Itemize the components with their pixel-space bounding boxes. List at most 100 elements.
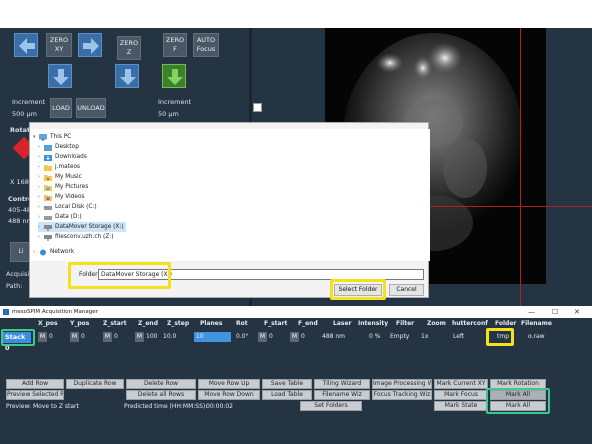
mark-f-end-button[interactable]: M bbox=[290, 332, 299, 342]
drive-icon bbox=[44, 205, 52, 210]
mark-current-xy-button[interactable]: Mark Current XY bbox=[434, 379, 488, 389]
col-zoom[interactable]: Zoom bbox=[427, 320, 446, 330]
tree-item-downloads[interactable]: › Downloads bbox=[38, 152, 87, 162]
viewer-checkbox[interactable] bbox=[253, 103, 262, 112]
close-button[interactable]: ✕ bbox=[574, 306, 580, 318]
add-row-button[interactable]: Add Row bbox=[6, 379, 64, 389]
unload-button[interactable]: UNLOAD bbox=[76, 98, 106, 118]
shutter-value[interactable]: Left bbox=[453, 332, 464, 342]
mark-y-button[interactable]: M bbox=[70, 332, 79, 342]
f-start-value[interactable]: 0 bbox=[269, 332, 273, 342]
arrow-down-icon bbox=[53, 69, 69, 85]
planes-value[interactable]: 10 bbox=[196, 332, 204, 342]
zero-z-button[interactable]: ZERO Z bbox=[117, 36, 141, 60]
tree-item-local-disk[interactable]: › Local Disk (C:) bbox=[38, 202, 97, 212]
col-f-end[interactable]: F_end bbox=[298, 320, 318, 330]
network-drive-icon bbox=[44, 234, 52, 241]
maximize-button[interactable]: ☐ bbox=[552, 306, 558, 318]
z-end-value[interactable]: 100 bbox=[146, 332, 157, 342]
move-down-y-button[interactable] bbox=[48, 64, 72, 88]
stack-highlight bbox=[1, 329, 35, 346]
network-icon bbox=[40, 249, 46, 255]
filename-wiz-button[interactable]: Filename Wiz bbox=[314, 390, 370, 400]
x-pos-value[interactable]: 0 bbox=[49, 332, 53, 342]
select-folder-highlight bbox=[330, 279, 386, 300]
move-row-down-button[interactable]: Move Row Down bbox=[198, 390, 260, 400]
move-down-z-button[interactable] bbox=[115, 64, 139, 88]
tree-item-music[interactable]: › My Music bbox=[38, 172, 82, 182]
window-titlebar: mesoSPIM Acquisition Manager — ☐ ✕ bbox=[0, 306, 592, 318]
mark-focus-button[interactable]: Mark Focus bbox=[434, 390, 488, 400]
rot-value[interactable]: 0.0° bbox=[236, 332, 249, 342]
move-right-button[interactable] bbox=[78, 33, 102, 57]
mark-x-button[interactable]: M bbox=[38, 332, 47, 342]
acquisition-manager: mesoSPIM Acquisition Manager — ☐ ✕ X_pos… bbox=[0, 306, 592, 444]
preview-selected-row-button[interactable]: Preview Selected Row bbox=[6, 390, 64, 400]
save-table-button[interactable]: Save Table bbox=[262, 379, 312, 389]
col-planes[interactable]: Planes bbox=[200, 320, 222, 330]
rotation-label: Rotat bbox=[10, 126, 31, 134]
focus-tracking-wiz-button[interactable]: Focus Tracking Wiz bbox=[372, 390, 432, 400]
x-readout: X 168 bbox=[10, 178, 29, 186]
path-label: Path: bbox=[6, 282, 23, 290]
z-start-value[interactable]: 0 bbox=[114, 332, 118, 342]
laser-value[interactable]: 488 nm bbox=[322, 332, 345, 342]
cancel-button[interactable]: Cancel bbox=[389, 284, 424, 296]
load-button[interactable]: LOAD bbox=[50, 98, 72, 118]
tree-item-this-pc[interactable]: ▾ This PC bbox=[33, 132, 71, 142]
set-folders-button[interactable]: Set Folders bbox=[300, 401, 362, 411]
col-intensity[interactable]: Intensity bbox=[358, 320, 388, 330]
tree-item-filesconv[interactable]: › filesconv.uzh.ch (Z:) bbox=[38, 232, 113, 242]
col-z-end[interactable]: Z_end bbox=[138, 320, 158, 330]
z-step-value[interactable]: 10.0 bbox=[163, 332, 176, 342]
filename-value[interactable]: o.raw bbox=[528, 332, 545, 342]
f-end-value[interactable]: 0 bbox=[301, 332, 305, 342]
arrow-left-icon bbox=[19, 38, 35, 54]
folder-icon bbox=[44, 164, 52, 171]
mark-state-button[interactable]: Mark State bbox=[434, 401, 488, 411]
tree-item-user[interactable]: › j.mateos bbox=[38, 162, 80, 172]
acquisition-label: Acquisi bbox=[6, 270, 30, 278]
mark-z-end-button[interactable]: M bbox=[135, 332, 144, 342]
videos-folder-icon bbox=[44, 194, 52, 201]
auto-focus-button[interactable]: AUTO Focus bbox=[193, 33, 219, 57]
load-table-button[interactable]: Load Table bbox=[262, 390, 312, 400]
mark-z-start-button[interactable]: M bbox=[103, 332, 112, 342]
tree-item-data-drive[interactable]: › Data (D:) bbox=[38, 212, 82, 222]
tree-item-pictures[interactable]: › My Pictures bbox=[38, 182, 88, 192]
mark-f-start-button[interactable]: M bbox=[258, 332, 267, 342]
predicted-time-label: Predicted time (HH:MM:SS): bbox=[124, 403, 208, 410]
intensity-value[interactable]: 0 % bbox=[369, 332, 380, 342]
tree-item-videos[interactable]: › My Videos bbox=[38, 192, 85, 202]
delete-all-rows-button[interactable]: Delete all Rows bbox=[126, 390, 196, 400]
col-rot[interactable]: Rot bbox=[236, 320, 248, 330]
tree-item-network[interactable]: › Network bbox=[33, 247, 74, 257]
minimize-button[interactable]: — bbox=[528, 306, 535, 318]
network-drive-icon bbox=[44, 224, 52, 231]
move-row-up-button[interactable]: Move Row Up bbox=[198, 379, 260, 389]
duplicate-row-button[interactable]: Duplicate Row bbox=[66, 379, 124, 389]
col-shutterconfig[interactable]: hutterconf bbox=[452, 320, 488, 330]
col-f-start[interactable]: F_start bbox=[264, 320, 287, 330]
zero-xy-button[interactable]: ZERO XY bbox=[46, 33, 72, 57]
col-y-pos[interactable]: Y_pos bbox=[70, 320, 89, 330]
move-left-button[interactable] bbox=[14, 33, 38, 57]
zero-f-button[interactable]: ZERO F bbox=[163, 33, 187, 57]
tree-item-datamover[interactable]: › DataMover Storage (X:) bbox=[38, 222, 126, 232]
zoom-value[interactable]: 1x bbox=[421, 332, 428, 342]
col-filename[interactable]: Filename bbox=[521, 320, 552, 330]
col-z-step[interactable]: Z_step bbox=[167, 320, 189, 330]
col-x-pos[interactable]: X_pos bbox=[38, 320, 58, 330]
col-filter[interactable]: Filter bbox=[396, 320, 414, 330]
filter-value[interactable]: Empty bbox=[390, 332, 409, 342]
tiling-wizard-button[interactable]: Tiling Wizard bbox=[314, 379, 370, 389]
folder-tree[interactable]: ▾ This PC › Desktop › Downloads › j.mate… bbox=[30, 129, 430, 261]
col-z-start[interactable]: Z_start bbox=[103, 320, 127, 330]
tree-item-desktop[interactable]: › Desktop bbox=[38, 142, 79, 152]
browse-folder-dialog: ▾ This PC › Desktop › Downloads › j.mate… bbox=[29, 122, 430, 300]
image-processing-wiz-button[interactable]: Image Processing Wiz bbox=[372, 379, 432, 389]
y-pos-value[interactable]: 0 bbox=[81, 332, 85, 342]
move-down-f-button[interactable] bbox=[162, 64, 186, 88]
col-laser[interactable]: Laser bbox=[333, 320, 351, 330]
delete-row-button[interactable]: Delete Row bbox=[126, 379, 196, 389]
